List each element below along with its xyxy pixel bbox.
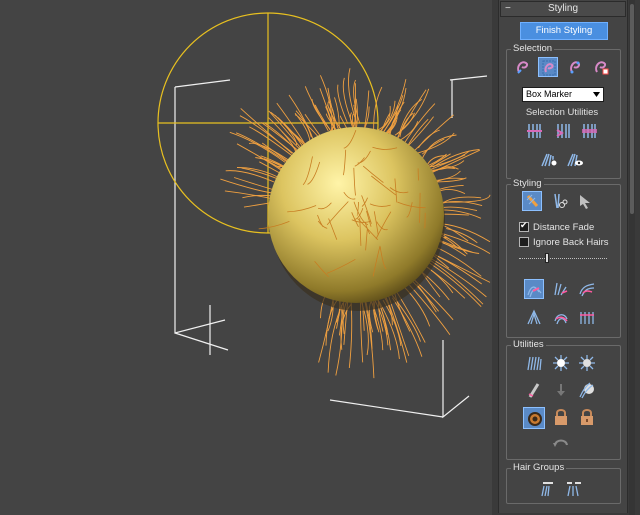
rollout-title: Styling (547, 3, 578, 14)
pop-zero-icon[interactable] (577, 353, 597, 373)
hair-strand (233, 177, 277, 191)
rotate-selection-icon[interactable] (553, 121, 573, 141)
marker-dropdown-value: Box Marker (526, 89, 573, 99)
select-arrow-icon[interactable] (575, 191, 595, 211)
finish-styling-button[interactable]: Finish Styling (520, 22, 608, 40)
clump-icon[interactable] (524, 307, 544, 327)
invert-selection-icon[interactable] (524, 121, 544, 141)
hair-strand (437, 189, 466, 195)
recomb-icon[interactable] (524, 380, 544, 400)
toggle-hair-icon[interactable] (523, 407, 545, 429)
reset-rest-icon[interactable] (551, 380, 571, 400)
select-hair-by-ends-icon[interactable] (513, 57, 533, 77)
hair-groups-label: Hair Groups (511, 462, 567, 473)
dropdown-arrow-icon[interactable] (591, 89, 602, 100)
undo-icon[interactable] (551, 433, 571, 453)
distance-fade-label: Distance Fade (533, 222, 595, 233)
scale-icon[interactable] (577, 307, 597, 327)
styling-rollout-header[interactable]: − Styling (500, 1, 626, 17)
grow-selection-icon[interactable] (579, 121, 599, 141)
utilities-group-label: Utilities (511, 339, 546, 350)
attenuate-icon[interactable] (524, 353, 544, 373)
selection-utilities-label: Selection Utilities (525, 107, 599, 118)
brush-size-slider-handle[interactable] (545, 253, 549, 263)
viewport-3d[interactable] (0, 0, 492, 515)
hide-selected-icon[interactable] (565, 149, 585, 169)
panel-scroll-thumb[interactable] (630, 4, 634, 214)
select-by-root-icon[interactable] (591, 57, 611, 77)
pop-selected-icon[interactable] (551, 353, 571, 373)
selection-group-label: Selection (511, 43, 555, 54)
marker-dropdown[interactable]: Box Marker (522, 87, 604, 102)
distance-fade-checkbox[interactable]: ✔ (519, 220, 529, 232)
hair-brush-icon[interactable] (522, 191, 542, 211)
brush-size-slider[interactable] (519, 258, 607, 260)
hair-strand (441, 196, 482, 205)
lock-icon[interactable] (551, 407, 571, 427)
hair-strand (443, 194, 491, 203)
hair-strand (418, 129, 440, 149)
select-whole-guide-icon[interactable] (538, 57, 558, 77)
unlock-icon[interactable] (577, 407, 597, 427)
ignore-back-hairs-label: Ignore Back Hairs (533, 237, 609, 248)
translate-icon[interactable] (524, 279, 544, 299)
hair-strand (446, 228, 478, 244)
checkmark-icon: ✔ (520, 220, 528, 230)
hair-strand (260, 122, 298, 150)
toggle-collisions-icon[interactable] (577, 380, 597, 400)
styling-group-label: Styling (511, 178, 544, 189)
select-guide-vertices-icon[interactable] (565, 57, 585, 77)
split-groups-icon[interactable] (538, 478, 558, 498)
ignore-back-hairs-checkbox[interactable] (519, 237, 529, 247)
hair-cut-icon[interactable] (549, 191, 569, 211)
sphere-mesh (268, 127, 444, 303)
puff-roots-icon[interactable] (577, 279, 597, 299)
stand-icon[interactable] (551, 279, 571, 299)
hair-strand (311, 99, 331, 130)
rotate-icon[interactable] (551, 307, 571, 327)
viewport-scene (157, 12, 491, 419)
merge-groups-icon[interactable] (564, 478, 584, 498)
select-hidden-icon[interactable] (539, 149, 559, 169)
hair-strand (436, 166, 459, 171)
